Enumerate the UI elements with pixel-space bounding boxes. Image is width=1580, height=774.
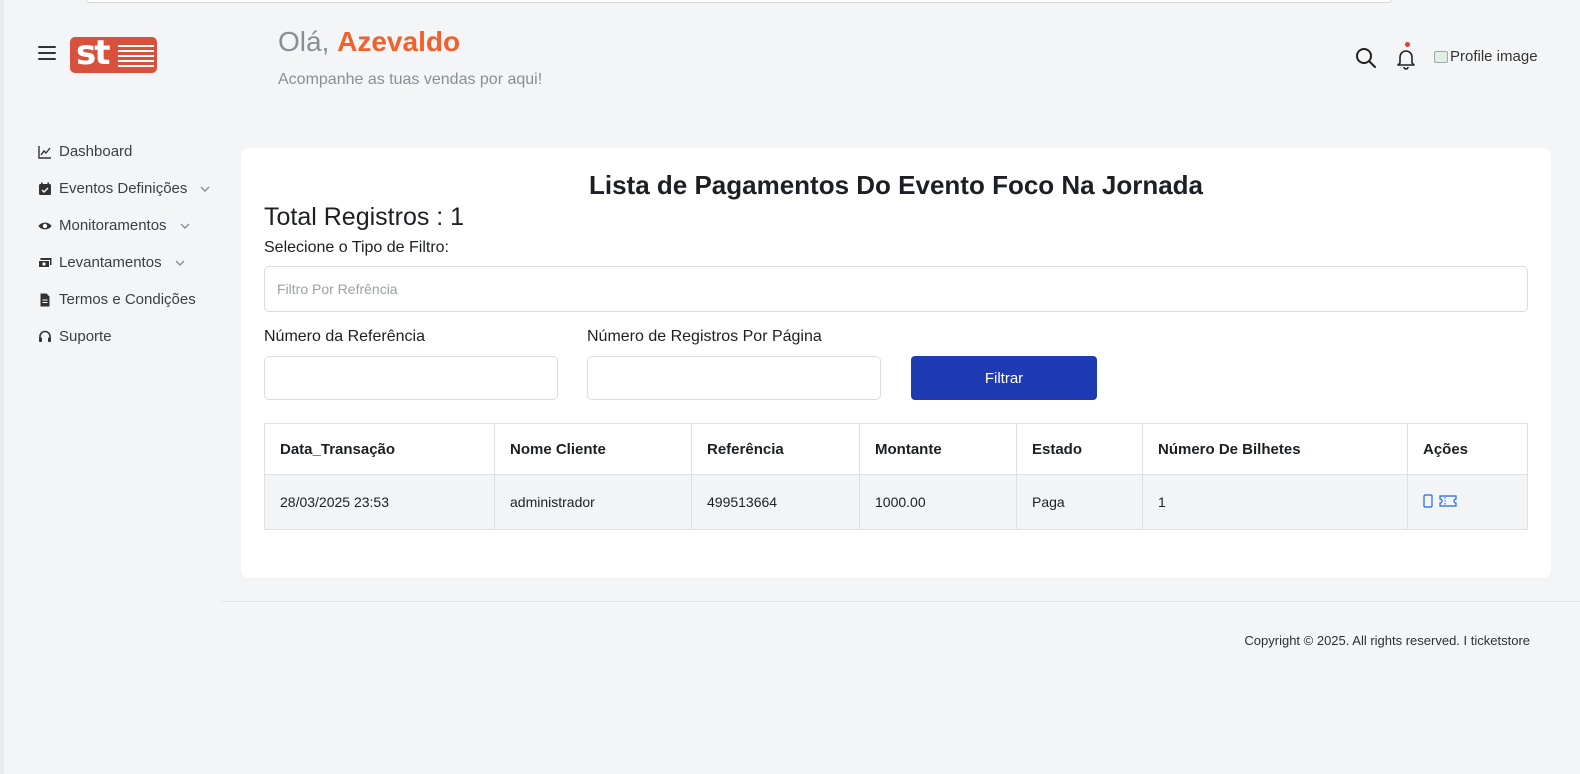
greeting: Olá, Azevaldo: [278, 26, 460, 58]
sidebar-item-levantamentos[interactable]: Levantamentos: [38, 244, 228, 281]
filter-type-label: Selecione o Tipo de Filtro:: [264, 239, 449, 256]
user-name: Azevaldo: [337, 26, 461, 57]
column-header[interactable]: Montante: [859, 423, 1017, 475]
sidebar-item-dashboard[interactable]: Dashboard: [38, 133, 228, 170]
cell-client: administrador: [494, 474, 692, 530]
view-details-icon[interactable]: [1423, 493, 1433, 511]
filter-type-select[interactable]: Filtro Por Refrência: [264, 266, 1528, 312]
column-header[interactable]: Nome Cliente: [494, 423, 692, 475]
profile-image-alt: Profile image: [1450, 48, 1538, 65]
sidebar-item-eventos[interactable]: Eventos Definições: [38, 170, 228, 207]
table-header-row: Data_Transação Nome Cliente Referência M…: [264, 423, 1528, 475]
sidebar-nav: Dashboard Eventos Definições Monitoramen…: [38, 133, 228, 355]
column-header[interactable]: Estado: [1016, 423, 1143, 475]
cell-date: 28/03/2025 23:53: [264, 474, 495, 530]
greeting-prefix: Olá,: [278, 26, 330, 57]
filter-button[interactable]: Filtrar: [911, 356, 1097, 400]
money-icon: [38, 256, 52, 270]
broken-image-icon: [1434, 50, 1448, 63]
cell-reference: 499513664: [691, 474, 860, 530]
menu-toggle-icon[interactable]: [38, 46, 56, 62]
copyright: Copyright © 2025. All rights reserved. I…: [1244, 633, 1530, 648]
footer-divider: [222, 601, 1580, 602]
brand-logo[interactable]: st: [70, 37, 157, 73]
notification-bell-icon[interactable]: [1394, 42, 1418, 70]
cell-status: Paga: [1016, 474, 1143, 530]
profile-image[interactable]: Profile image: [1434, 48, 1538, 65]
eye-icon: [38, 219, 52, 233]
payments-card: Lista de Pagamentos Do Evento Foco Na Jo…: [241, 148, 1551, 578]
logo-stripes: [118, 45, 154, 70]
sidebar-item-monitoramentos[interactable]: Monitoramentos: [38, 207, 228, 244]
records-per-page-label: Número de Registros Por Página: [587, 328, 822, 345]
reference-input[interactable]: [264, 356, 558, 400]
greeting-subtitle: Acompanhe as tuas vendas por aqui!: [278, 71, 543, 88]
sidebar-item-label: Suporte: [59, 328, 112, 345]
payments-table: Data_Transação Nome Cliente Referência M…: [264, 423, 1528, 530]
sidebar-item-termos[interactable]: Termos e Condições: [38, 281, 228, 318]
chevron-down-icon: [200, 186, 210, 192]
logo-text: st: [76, 37, 110, 73]
sidebar-item-label: Termos e Condições: [59, 291, 196, 308]
chevron-down-icon: [175, 260, 185, 266]
total-records: Total Registros : 1: [264, 203, 465, 231]
column-header[interactable]: Referência: [691, 423, 860, 475]
column-header: Ações: [1407, 423, 1528, 475]
sidebar-item-suporte[interactable]: Suporte: [38, 318, 228, 355]
sidebar-item-label: Eventos Definições: [59, 180, 188, 197]
calendar-icon: [38, 182, 52, 196]
sidebar-item-label: Levantamentos: [59, 254, 162, 271]
records-per-page-input[interactable]: [587, 356, 881, 400]
column-header[interactable]: Data_Transação: [264, 423, 495, 475]
headset-icon: [38, 330, 52, 344]
column-header[interactable]: Número De Bilhetes: [1142, 423, 1408, 475]
search-icon[interactable]: [1354, 46, 1378, 70]
sidebar-item-label: Monitoramentos: [59, 217, 167, 234]
table-row: 28/03/2025 23:53 administrador 499513664…: [264, 474, 1528, 530]
notification-dot: [1405, 42, 1410, 47]
cell-amount: 1000.00: [859, 474, 1017, 530]
chevron-down-icon: [180, 223, 190, 229]
cell-tickets: 1: [1142, 474, 1408, 530]
browser-bar-edge: [86, 0, 1392, 3]
window-edge: [0, 0, 4, 774]
document-icon: [38, 293, 52, 307]
sidebar-item-label: Dashboard: [59, 143, 133, 160]
cell-actions: [1407, 474, 1528, 530]
chart-line-icon: [38, 145, 52, 159]
reference-label: Número da Referência: [264, 328, 425, 345]
ticket-icon[interactable]: [1439, 494, 1457, 510]
page-title: Lista de Pagamentos Do Evento Foco Na Jo…: [588, 170, 1204, 200]
